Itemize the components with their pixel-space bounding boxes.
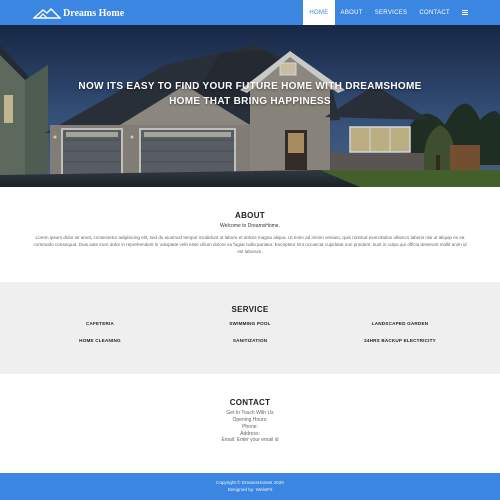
contact-email: Email: Enter your email id (221, 437, 279, 443)
about-section: ABOUT Welcome to DreamsHome. Lorem ipsum… (0, 187, 500, 282)
nav-link-services[interactable]: SERVICES (369, 0, 414, 25)
nav-link-about[interactable]: ABOUT (335, 0, 369, 25)
contact-section: CONTACT Get In Touch With Us Opening Hou… (0, 374, 500, 473)
service-title: SERVICE (231, 305, 269, 314)
service-section: SERVICE CAFETERIA SWIMMING POOL LANDSCAP… (0, 282, 500, 374)
nav-link-home[interactable]: HOME (303, 0, 335, 25)
brand[interactable]: Dreams Home (33, 5, 124, 21)
service-item-cafeteria: CAFETERIA (85, 321, 115, 326)
about-subtitle: Welcome to DreamsHome. (220, 223, 280, 229)
hero-headline-line-2: HOME THAT BRING HAPPINESS (169, 96, 331, 107)
contact-title: CONTACT (229, 398, 271, 407)
service-item-backup-electricity: 24HRS BACKUP ELECTRICITY (364, 338, 436, 343)
about-title: ABOUT (235, 211, 265, 220)
hero-banner: NOW ITS EASY TO FIND YOUR FUTURE HOME WI… (0, 25, 500, 187)
contact-get-in-touch: Get In Touch With Us (226, 410, 274, 416)
service-item-swimming-pool: SWIMMING POOL (229, 321, 271, 326)
service-item-home-cleaning: HOME CLEANING (79, 338, 121, 343)
house-logo-icon (33, 8, 61, 19)
about-text: Lorem ipsum dolor sit amet, consectetur … (33, 235, 467, 254)
navbar: Dreams Home HOME ABOUT SERVICES CONTACT (0, 0, 500, 25)
footer-designed-by: Designed by: WebsFit (227, 487, 273, 492)
nav-link-contact[interactable]: CONTACT (413, 0, 456, 25)
footer: Copyright © DreamsHomes 2020 Designed by… (0, 473, 500, 500)
brand-name: Dreams Home (63, 7, 125, 19)
footer-copyright: Copyright © DreamsHomes 2020 (216, 480, 284, 485)
nav-menu: HOME ABOUT SERVICES CONTACT (303, 0, 474, 25)
hero-headline-line-1: NOW ITS EASY TO FIND YOUR FUTURE HOME WI… (78, 81, 422, 92)
contact-phone: Phone: (242, 424, 258, 430)
service-item-sanitization: SANITIZATION (232, 338, 268, 343)
hamburger-menu-icon[interactable] (456, 0, 474, 25)
contact-opening-hours: Opening Hours: (232, 417, 268, 423)
service-item-landscaped-garden: LANDSCAPED GARDEN (371, 321, 429, 326)
